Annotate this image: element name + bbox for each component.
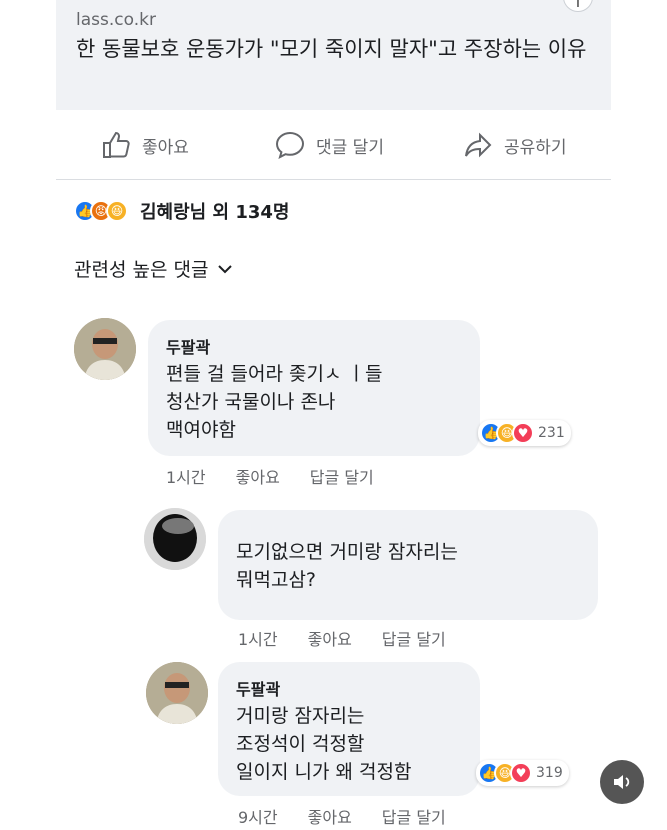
comment-author[interactable]: 두팔곽 bbox=[166, 334, 210, 358]
comment-icon bbox=[275, 131, 305, 159]
info-icon[interactable]: i bbox=[563, 0, 593, 12]
comment-reaction-badge[interactable]: 👍 😆 ♥ 231 bbox=[478, 420, 571, 446]
share-label: 공유하기 bbox=[504, 137, 567, 158]
chevron-down-icon bbox=[218, 264, 233, 273]
comment-author[interactable]: 두팔곽 bbox=[236, 676, 280, 700]
avatar-image bbox=[144, 508, 206, 570]
link-title[interactable]: 한 동물보호 운동가가 "모기 죽이지 말자"고 주장하는 이유 bbox=[76, 36, 596, 63]
haha-reaction-icon: 😆 bbox=[106, 200, 128, 222]
comment-like-link[interactable]: 좋아요 bbox=[236, 464, 280, 488]
comment-meta: 1시간 좋아요 답글 달기 bbox=[238, 626, 446, 650]
comment-meta: 9시간 좋아요 답글 달기 bbox=[238, 804, 446, 828]
comment-line: 거미랑 잠자리는 bbox=[236, 705, 365, 727]
sound-button[interactable] bbox=[600, 760, 644, 804]
avatar-image bbox=[146, 662, 208, 724]
comment-line: 조정석이 걱정할 bbox=[236, 733, 365, 755]
love-reaction-icon: ♥ bbox=[512, 422, 534, 444]
avatar[interactable] bbox=[74, 318, 136, 380]
comment-line: 모기없으면 거미랑 잠자리는 bbox=[236, 541, 458, 563]
like-button[interactable]: 좋아요 bbox=[100, 128, 189, 162]
comment-reaction-badge[interactable]: 👍 😆 ♥ 319 bbox=[476, 760, 569, 786]
comment-line: 일이지 니가 왜 걱정함 bbox=[236, 761, 412, 783]
comment-reply-link[interactable]: 답글 달기 bbox=[382, 804, 446, 828]
reaction-icons: 👍 😡 😆 bbox=[74, 200, 128, 222]
comment-text: 거미랑 잠자리는 조정석이 걱정할 일이지 니가 왜 걱정함 bbox=[236, 702, 411, 786]
comment-sort-dropdown[interactable]: 관련성 높은 댓글 bbox=[74, 255, 234, 282]
sort-label: 관련성 높은 댓글 bbox=[74, 259, 209, 281]
sound-icon bbox=[614, 775, 630, 789]
comment-label: 댓글 달기 bbox=[316, 137, 384, 158]
comment-bubble: 두팔곽 편들 걸 들어라 좆기ㅅ ㅣ들 청산가 국물이나 존나 맥여야함 bbox=[148, 320, 480, 456]
reaction-count: 231 bbox=[538, 425, 565, 441]
avatar-image bbox=[74, 318, 136, 380]
comment-time[interactable]: 1시간 bbox=[238, 626, 278, 650]
reactions-summary[interactable]: 👍 😡 😆 김혜랑님 외 134명 bbox=[74, 196, 289, 226]
comment-like-link[interactable]: 좋아요 bbox=[308, 626, 352, 650]
link-preview-card[interactable]: i lass.co.kr 한 동물보호 운동가가 "모기 죽이지 말자"고 주장… bbox=[56, 0, 611, 110]
comment-time[interactable]: 9시간 bbox=[238, 804, 278, 828]
comment-reply-link[interactable]: 답글 달기 bbox=[382, 626, 446, 650]
reactions-text: 김혜랑님 외 134명 bbox=[140, 202, 290, 223]
comment-line: 맥여야함 bbox=[166, 419, 236, 441]
avatar[interactable] bbox=[144, 508, 206, 570]
comment-line: 뭐먹고삼? bbox=[236, 569, 317, 591]
thumbs-up-icon bbox=[103, 131, 130, 158]
comment-button[interactable]: 댓글 달기 bbox=[274, 128, 384, 162]
share-button[interactable]: 공유하기 bbox=[462, 128, 567, 162]
comment-line: 청산가 국물이나 존나 bbox=[166, 391, 336, 413]
love-reaction-icon: ♥ bbox=[510, 762, 532, 784]
link-domain: lass.co.kr bbox=[76, 10, 156, 30]
comment-reply-link[interactable]: 답글 달기 bbox=[310, 464, 374, 488]
comment-bubble: 두팔곽 거미랑 잠자리는 조정석이 걱정할 일이지 니가 왜 걱정함 bbox=[218, 662, 480, 796]
comment-bubble: 모기없으면 거미랑 잠자리는 뭐먹고삼? bbox=[218, 510, 598, 620]
comment-like-link[interactable]: 좋아요 bbox=[308, 804, 352, 828]
comment-line: 편들 걸 들어라 좆기ㅅ ㅣ들 bbox=[166, 363, 383, 385]
comment-text: 모기없으면 거미랑 잠자리는 뭐먹고삼? bbox=[236, 538, 458, 594]
reaction-count: 319 bbox=[536, 765, 563, 781]
comment-text: 편들 걸 들어라 좆기ㅅ ㅣ들 청산가 국물이나 존나 맥여야함 bbox=[166, 360, 382, 444]
share-icon bbox=[465, 132, 492, 158]
action-bar: 좋아요 댓글 달기 공유하기 bbox=[56, 110, 611, 180]
like-label: 좋아요 bbox=[142, 137, 189, 158]
avatar[interactable] bbox=[146, 662, 208, 724]
comment-time[interactable]: 1시간 bbox=[166, 464, 206, 488]
comment-meta: 1시간 좋아요 답글 달기 bbox=[166, 464, 374, 488]
